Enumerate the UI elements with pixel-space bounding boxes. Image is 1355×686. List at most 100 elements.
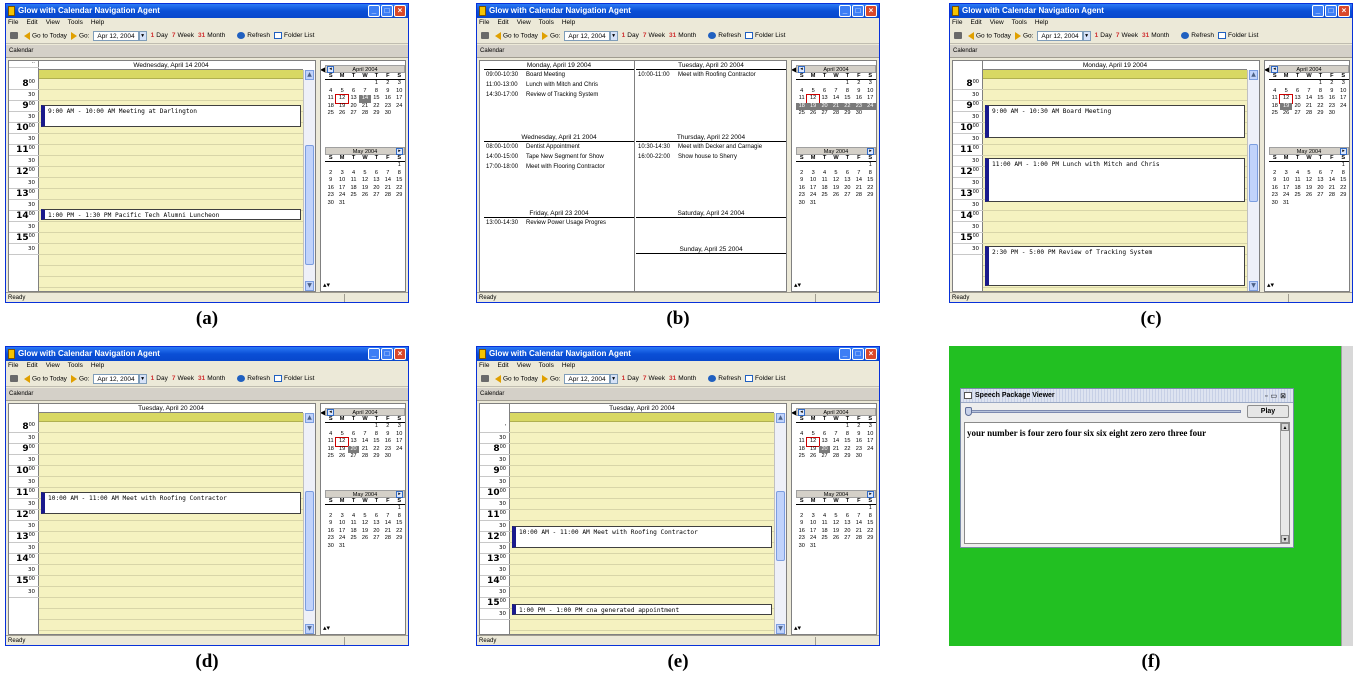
scroll-thumb[interactable]	[305, 145, 314, 265]
week-appointment[interactable]: 10:30-14:30 Meet with Decker and Carnagie	[636, 142, 786, 152]
scroll-up-icon[interactable]: ▲	[1249, 70, 1258, 80]
calendar-day[interactable]: 6	[819, 88, 830, 96]
calendar-day[interactable]: 2	[796, 170, 807, 178]
next-month-icon[interactable]: ▸	[1340, 148, 1347, 155]
scroll-down-icon[interactable]: ▼	[1249, 281, 1258, 291]
calendar-day[interactable]: 31	[336, 200, 347, 208]
calendar-day[interactable]: 15	[371, 438, 382, 446]
calendar-day[interactable]: 27	[842, 192, 853, 200]
go-button[interactable]: Go:	[1014, 31, 1033, 40]
calendar-day[interactable]: 3	[807, 513, 818, 521]
calendar-day[interactable]: 12	[830, 520, 841, 528]
calendar-day[interactable]: 22	[865, 528, 876, 536]
calendar-day[interactable]: 11	[796, 438, 807, 446]
calendar-day[interactable]: 11	[819, 520, 830, 528]
calendar-day[interactable]: 24	[864, 102, 876, 111]
folder-list-button[interactable]: Folder List	[1218, 31, 1258, 39]
calendar-day[interactable]: 5	[830, 170, 841, 178]
menu-item-view[interactable]: View	[517, 362, 531, 369]
calendar-day[interactable]: 25	[1292, 192, 1303, 200]
prev-month-icon[interactable]: ◂	[327, 66, 334, 73]
calendar-day[interactable]: 11	[1292, 177, 1303, 185]
calendar-day[interactable]: 19	[1303, 185, 1314, 193]
close-button[interactable]: ×	[394, 348, 406, 360]
calendar-day[interactable]: 8	[865, 170, 876, 178]
calendar-day[interactable]: 4	[325, 431, 336, 439]
calendar-day[interactable]: 10	[336, 520, 347, 528]
calendar-day[interactable]: 24	[336, 192, 347, 200]
minimize-button[interactable]: _	[839, 5, 851, 17]
menu-item-tools[interactable]: Tools	[539, 19, 554, 26]
calendar-day[interactable]: 6	[371, 170, 382, 178]
calendar-day[interactable]: 2	[1326, 80, 1337, 88]
vertical-scrollbar[interactable]: ▲ ▼	[303, 70, 315, 291]
calendar-day[interactable]: 8	[1315, 88, 1326, 96]
week-day-cell[interactable]: Tuesday, April 20 2004 10:00-11:00 Meet wi…	[636, 61, 786, 80]
week-view-button[interactable]: 7 Week	[172, 32, 194, 39]
calendar-day[interactable]: 26	[830, 535, 841, 543]
menu-item-view[interactable]: View	[46, 19, 60, 26]
calendar-day[interactable]: 29	[394, 535, 405, 543]
menu-item-help[interactable]: Help	[91, 362, 104, 369]
calendar-day[interactable]: 18	[819, 185, 830, 193]
calendar-day[interactable]: 23	[796, 192, 807, 200]
calendar-day[interactable]: 10	[336, 177, 347, 185]
appointment[interactable]: 9:00 AM - 10:30 AM Board Meeting	[985, 105, 1245, 138]
prev-month-icon[interactable]: ◂	[798, 66, 805, 73]
calendar-day[interactable]: 1	[842, 423, 853, 431]
calendar-day[interactable]: 15	[394, 177, 405, 185]
calendar-day[interactable]: 19	[830, 185, 841, 193]
menu-item-edit[interactable]: Edit	[26, 19, 37, 26]
calendar-day[interactable]: 25	[325, 453, 336, 461]
week-day-cell[interactable]: Friday, April 23 2004 13:00-14:30 Review P…	[484, 209, 634, 228]
calendar-day[interactable]: 9	[325, 177, 336, 185]
calendar-day[interactable]: 9	[796, 177, 807, 185]
calendar-day[interactable]: 2	[853, 80, 864, 88]
calendar-day[interactable]: 23	[382, 446, 393, 454]
calendar-day[interactable]: 1	[371, 423, 382, 431]
calendar-day[interactable]: 19	[359, 185, 370, 193]
calendar-day[interactable]: 30	[853, 453, 864, 461]
calendar-day[interactable]: 31	[1280, 200, 1291, 208]
menu-item-tools[interactable]: Tools	[1012, 19, 1027, 26]
calendar-day[interactable]: 1	[371, 80, 382, 88]
calendar-day[interactable]: 14	[853, 520, 864, 528]
print-icon[interactable]	[10, 32, 18, 39]
calendar-day[interactable]: 15	[865, 177, 876, 185]
week-appointment[interactable]: 14:00-15:00 Tape New Segment for Show	[484, 152, 634, 162]
calendar-day[interactable]: 1	[394, 505, 405, 513]
calendar-day[interactable]: 9	[853, 431, 864, 439]
calendar-day[interactable]: 26	[1303, 192, 1314, 200]
calendar-day[interactable]: 25	[1269, 110, 1280, 118]
scroll-arrows-icon[interactable]: ▴▾	[323, 281, 330, 289]
window-title-bar[interactable]: Glow with Calendar Navigation Agent _ □ ×	[6, 347, 408, 361]
calendar-day[interactable]: 12	[1303, 177, 1314, 185]
calendar-day[interactable]: 20	[842, 528, 853, 536]
appointment[interactable]: 1:00 PM - 1:30 PM Pacific Tech Alumni Lu…	[41, 209, 301, 220]
menu-item-help[interactable]: Help	[562, 19, 575, 26]
calendar-day[interactable]: 24	[865, 446, 876, 454]
calendar-day[interactable]: 21	[359, 446, 370, 454]
calendar-day[interactable]: 3	[1338, 80, 1349, 88]
calendar-day[interactable]: 30	[796, 543, 807, 551]
calendar-day[interactable]: 5	[830, 513, 841, 521]
calendar-day[interactable]: 13	[819, 95, 830, 103]
calendar-day[interactable]: 17	[1338, 95, 1349, 103]
calendar-day[interactable]: 19	[336, 103, 347, 111]
calendar-day[interactable]: 3	[394, 80, 405, 88]
folder-list-button[interactable]: Folder List	[745, 374, 785, 382]
calendar-day[interactable]: 13	[371, 520, 382, 528]
close-button[interactable]: ×	[1338, 5, 1350, 17]
close-button[interactable]: ×	[865, 348, 877, 360]
calendar-day[interactable]: 29	[394, 192, 405, 200]
calendar-day[interactable]: 29	[1315, 110, 1326, 118]
calendar-day[interactable]: 24	[807, 535, 818, 543]
calendar-day[interactable]: 3	[336, 170, 347, 178]
calendar-day[interactable]: 12	[806, 437, 820, 447]
calendar-day[interactable]: 11	[325, 95, 336, 103]
calendar-day[interactable]: 2	[796, 513, 807, 521]
speech-viewer-title-bar[interactable]: Speech Package Viewer ▫▭⊠	[961, 389, 1293, 403]
calendar-day[interactable]: 1	[394, 162, 405, 170]
all-day-strip[interactable]	[510, 413, 774, 422]
calendar-day[interactable]: 30	[1269, 200, 1280, 208]
